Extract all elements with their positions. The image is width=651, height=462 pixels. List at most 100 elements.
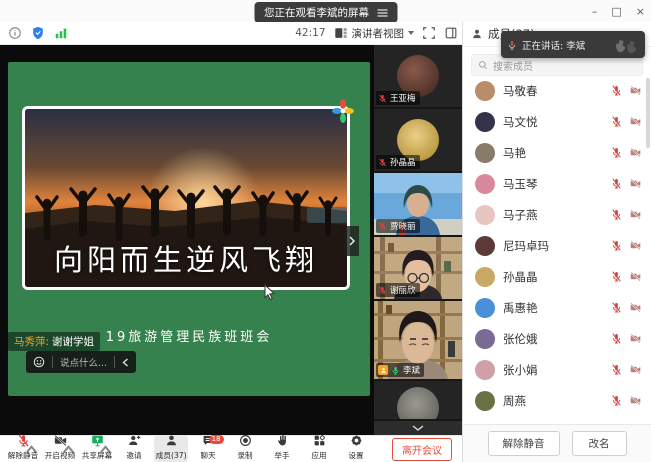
toolbar-button-label: 举手 (274, 451, 289, 461)
chevron-right-icon (349, 236, 355, 246)
member-name: 张伦娥 (503, 331, 538, 347)
mic-active-icon (391, 366, 400, 375)
collapse-chat-icon[interactable] (122, 358, 129, 367)
member-list-item[interactable]: 马玉琴 (463, 168, 651, 199)
chat-input-bar[interactable]: 说点什么... (26, 351, 136, 373)
video-tile-jiaxiaoli[interactable]: 贾晓丽 (374, 173, 462, 235)
camera-off-icon[interactable] (630, 240, 641, 251)
mic-muted-icon[interactable] (611, 302, 622, 313)
info-icon[interactable] (8, 26, 22, 40)
leave-meeting-button[interactable]: 离开会议 (392, 438, 452, 461)
view-mode-selector[interactable]: 演讲者视图 (334, 26, 415, 41)
mic-muted-icon[interactable] (611, 85, 622, 96)
toolbar-button-camera-off[interactable]: 开启视频 (43, 436, 77, 462)
chat-sender: 马秀萍: (14, 336, 49, 348)
toolbar-button-label: 设置 (348, 451, 363, 461)
unmute-button[interactable]: 解除静音 (488, 431, 560, 456)
shield-icon[interactable] (31, 26, 45, 40)
video-tile-sunjingjing[interactable]: 孙晶晶 (374, 109, 462, 171)
video-tile-xielixin[interactable]: 谢丽欣 (374, 237, 462, 299)
mic-muted-icon[interactable] (611, 209, 622, 220)
video-tile-wangyamei[interactable]: 王亚梅 (374, 45, 462, 107)
toolbar-button-chat[interactable]: 18聊天 (191, 436, 225, 462)
member-name: 马子燕 (503, 207, 538, 223)
member-list-item[interactable]: 马敬春 (463, 75, 651, 106)
member-list-item[interactable]: 张小娟 (463, 354, 651, 385)
raise-hand-icon (276, 432, 289, 451)
member-list-item[interactable]: 禹惠艳 (463, 292, 651, 323)
toolbar-button-members[interactable]: 成员(37) (154, 436, 188, 462)
video-tile-partial[interactable] (374, 381, 462, 419)
camera-off-icon[interactable] (630, 147, 641, 158)
side-panel-icon[interactable] (444, 26, 458, 40)
member-search-placeholder[interactable]: 搜索成员 (493, 58, 533, 73)
tile-name: 孙晶晶 (390, 156, 416, 168)
member-list-item[interactable]: 马子燕 (463, 199, 651, 230)
chat-text: 谢谢学姐 (52, 336, 94, 348)
mic-muted-icon[interactable] (611, 271, 622, 282)
chat-input-placeholder[interactable]: 说点什么... (60, 355, 107, 369)
tile-name: 王亚梅 (390, 92, 416, 104)
avatar (397, 387, 439, 419)
member-list-item[interactable]: 尼玛卓玛 (463, 230, 651, 261)
toolbar-buttons: 解除静音开启视频共享屏幕邀请成员(37)18聊天录制举手 应用设置 (6, 436, 373, 462)
chevron-down-icon (412, 425, 424, 431)
rename-button[interactable]: 改名 (572, 431, 627, 456)
tile-name: 谢丽欣 (390, 284, 416, 296)
minimize-button[interactable]: – (592, 5, 598, 18)
watching-screen-banner[interactable]: 您正在观看李斌的屏幕 (254, 2, 397, 23)
member-avatar (475, 267, 495, 287)
camera-off-icon[interactable] (630, 395, 641, 406)
menu-icon[interactable] (377, 9, 387, 17)
tile-name: 李斌 (403, 364, 420, 376)
camera-off-icon[interactable] (630, 209, 641, 220)
view-mode-label: 演讲者视图 (352, 26, 405, 41)
watching-screen-text: 您正在观看李斌的屏幕 (264, 5, 369, 20)
mouse-cursor (264, 284, 276, 301)
camera-off-icon[interactable] (630, 85, 641, 96)
mic-muted-icon[interactable] (611, 395, 622, 406)
member-list-item[interactable]: 张伦娥 (463, 323, 651, 354)
mic-muted-icon[interactable] (611, 147, 622, 158)
mic-muted-icon[interactable] (611, 116, 622, 127)
camera-off-icon[interactable] (630, 271, 641, 282)
toolbar-button-raise-hand[interactable]: 举手 (265, 436, 299, 462)
mic-muted-icon (378, 286, 387, 295)
signal-icon (54, 26, 68, 40)
next-slide-arrow[interactable] (344, 226, 359, 256)
mic-muted-icon[interactable] (611, 240, 622, 251)
toolbar-button-apps[interactable]: 应用 (302, 436, 336, 462)
video-tile-libin[interactable]: 李斌 (374, 301, 462, 379)
toolbar-button-invite[interactable]: 邀请 (117, 436, 151, 462)
emoji-icon[interactable] (33, 356, 45, 368)
toolbar-button-mic-muted[interactable]: 解除静音 (6, 436, 40, 462)
member-list-item[interactable]: 马艳 (463, 137, 651, 168)
member-name: 马玉琴 (503, 176, 538, 192)
camera-off-icon[interactable] (630, 178, 641, 189)
camera-off-icon[interactable] (630, 333, 641, 344)
toolbar-button-share-screen[interactable]: 共享屏幕 (80, 436, 114, 462)
toolbar-button-settings[interactable]: 设置 (339, 436, 373, 462)
raised-hands-icon (613, 36, 639, 54)
camera-off-icon[interactable] (630, 302, 641, 313)
member-list-scrollbar[interactable] (646, 78, 650, 148)
mic-muted-icon[interactable] (611, 178, 622, 189)
toolbar-button-record[interactable]: 录制 (228, 436, 262, 462)
member-list-item[interactable]: 孙晶晶 (463, 261, 651, 292)
member-list-item[interactable]: 马文悦 (463, 106, 651, 137)
member-list-item[interactable]: 周燕 (463, 385, 651, 416)
mic-muted-icon (378, 158, 387, 167)
close-button[interactable]: × (636, 5, 645, 18)
mic-icon (507, 40, 517, 50)
camera-off-icon[interactable] (630, 364, 641, 375)
member-name: 张小娟 (503, 362, 538, 378)
fullscreen-icon[interactable] (422, 26, 436, 40)
mic-muted-icon[interactable] (611, 364, 622, 375)
camera-off-icon[interactable] (630, 116, 641, 127)
slide-logo-icon (330, 98, 356, 124)
toolbar-button-label: 解除静音 (8, 451, 38, 461)
members-icon (165, 432, 178, 451)
maximize-button[interactable]: □ (611, 5, 621, 18)
mic-muted-icon[interactable] (611, 333, 622, 344)
scroll-down-button[interactable] (374, 421, 462, 435)
